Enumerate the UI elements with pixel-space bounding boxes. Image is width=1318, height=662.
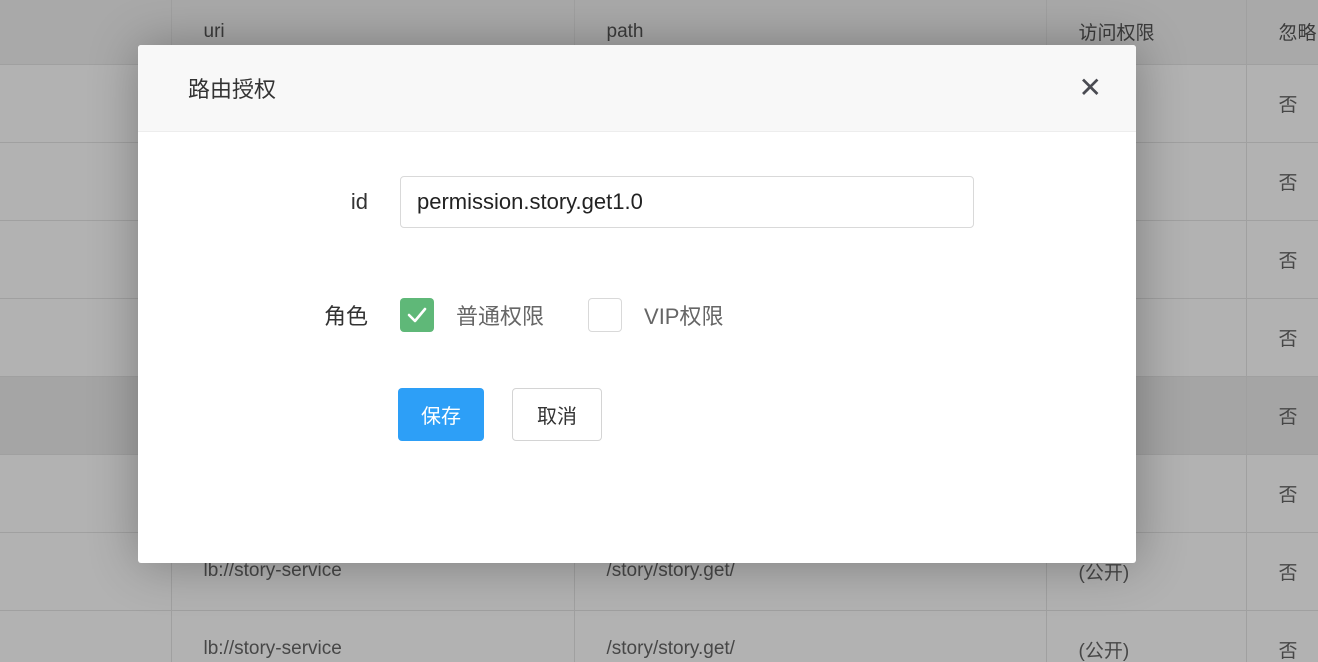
screen: uri path 访问权限 忽略 (公开) 否	[0, 0, 1318, 662]
button-row: 保存 取消	[138, 388, 1136, 441]
vip-permission-label[interactable]: VIP权限	[644, 299, 723, 331]
checkbox-normal-permission[interactable]	[400, 298, 434, 332]
id-form-row: id	[138, 176, 1136, 228]
role-form-row: 角色 普通权限 VIP权限	[138, 298, 1136, 332]
modal-header: 路由授权 ✕	[138, 45, 1136, 132]
close-icon[interactable]: ✕	[1079, 74, 1102, 102]
save-button[interactable]: 保存	[398, 388, 484, 441]
id-input[interactable]	[400, 176, 974, 228]
route-auth-modal: 路由授权 ✕ id 角色 普通权限 VIP权限	[138, 45, 1136, 563]
role-label: 角色	[138, 299, 368, 331]
modal-title: 路由授权	[138, 72, 276, 104]
cancel-button[interactable]: 取消	[512, 388, 602, 441]
check-icon	[406, 306, 428, 324]
modal-body: id 角色 普通权限 VIP权限 保存 取消	[138, 132, 1136, 441]
id-label: id	[138, 189, 368, 215]
normal-permission-label[interactable]: 普通权限	[456, 299, 544, 331]
checkbox-vip-permission[interactable]	[588, 298, 622, 332]
